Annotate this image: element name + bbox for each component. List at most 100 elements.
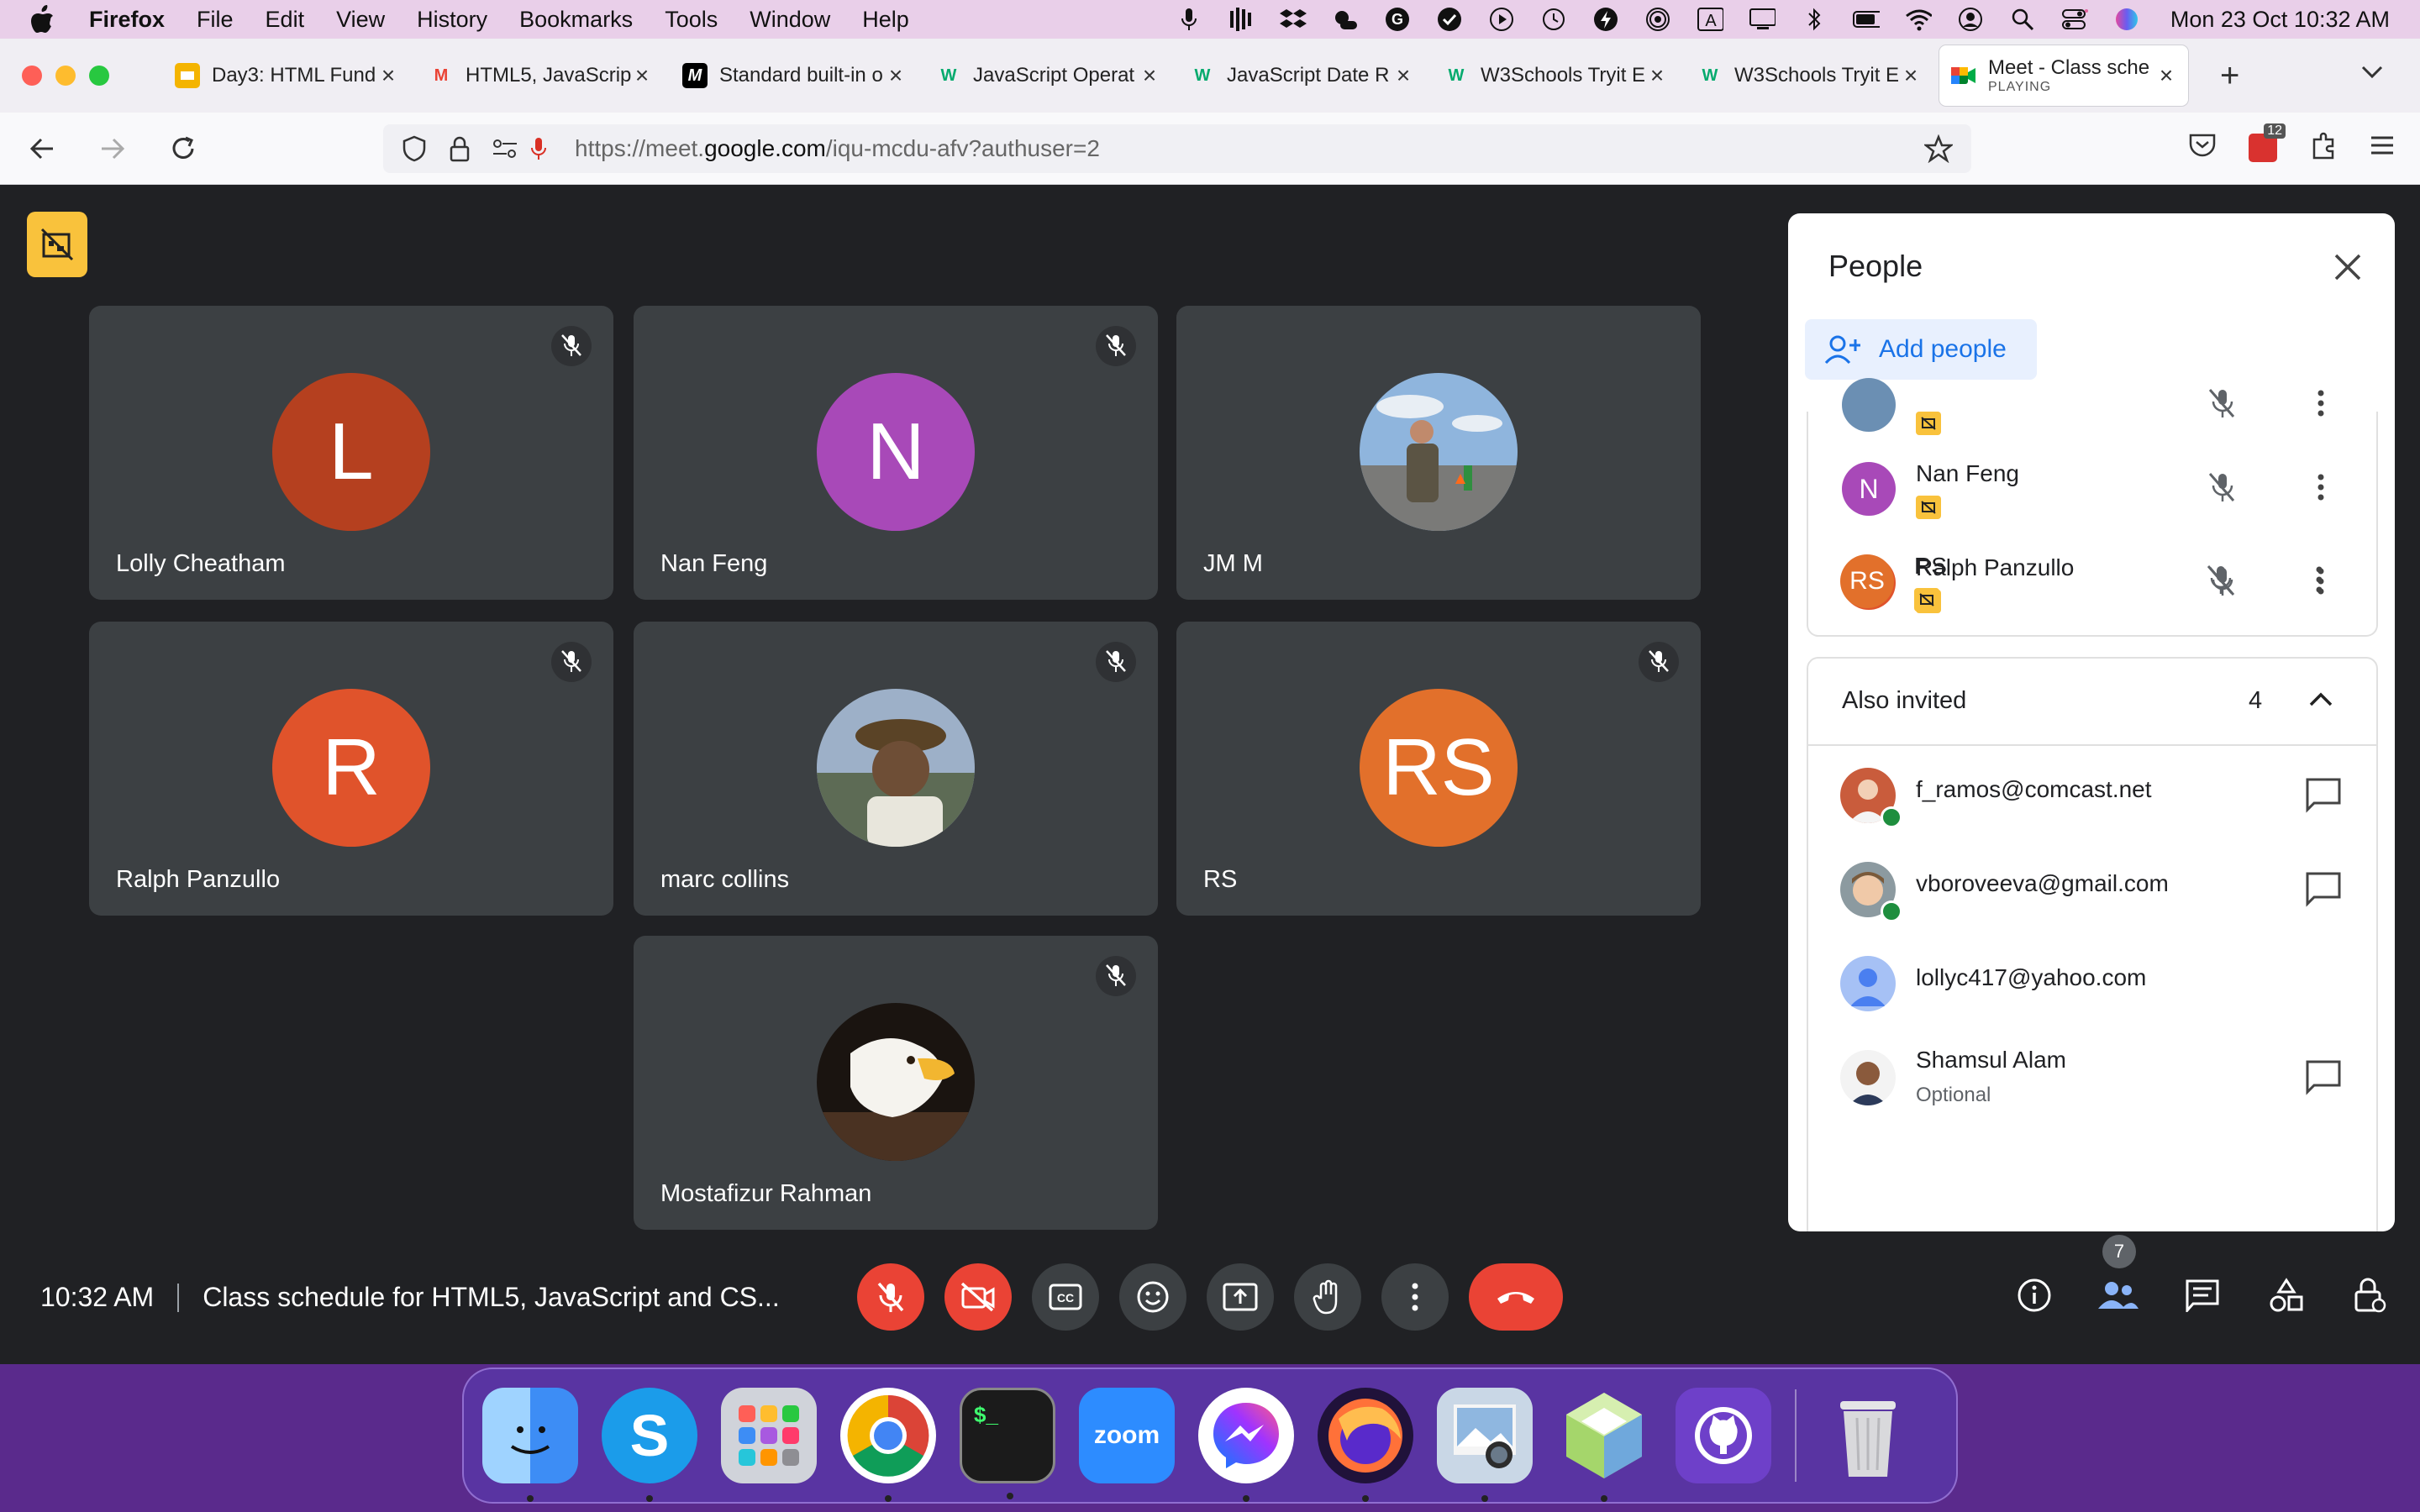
browser-tab[interactable]: M HTML5, JavaScrip × — [417, 45, 664, 106]
message-icon[interactable] — [2304, 1058, 2343, 1095]
activities-button[interactable] — [2264, 1268, 2309, 1322]
chrome-icon[interactable] — [840, 1388, 936, 1502]
reactions-button[interactable] — [1119, 1263, 1186, 1331]
raise-hand-button[interactable] — [1294, 1263, 1361, 1331]
close-tab-icon[interactable]: × — [1901, 62, 1921, 89]
message-icon[interactable] — [2304, 776, 2343, 813]
siri-icon[interactable] — [2113, 6, 2140, 33]
list-all-tabs-chevron-icon[interactable] — [2361, 57, 2383, 86]
close-tab-icon[interactable]: × — [2156, 62, 2176, 89]
zoom-icon[interactable]: zoom — [1079, 1388, 1175, 1483]
captions-button[interactable]: CC — [1032, 1263, 1099, 1331]
close-window-button[interactable] — [22, 66, 42, 86]
close-tab-icon[interactable]: × — [1139, 62, 1160, 89]
input-source-icon[interactable]: A — [1697, 6, 1723, 33]
bluetooth-icon[interactable] — [1801, 6, 1828, 33]
display-icon[interactable] — [1749, 6, 1776, 33]
menu-app-firefox[interactable]: Firefox — [89, 7, 165, 33]
chevron-up-icon[interactable] — [2304, 682, 2341, 719]
menu-window[interactable]: Window — [750, 7, 830, 33]
new-tab-button[interactable]: + — [2220, 57, 2239, 95]
close-panel-icon[interactable] — [2331, 250, 2365, 284]
close-tab-icon[interactable]: × — [1393, 62, 1413, 89]
wifi-icon[interactable] — [1905, 6, 1932, 33]
participant-tile[interactable]: RS RS — [1176, 622, 1701, 916]
browser-tab[interactable]: W W3Schools Tryit E × — [1686, 45, 1933, 106]
checkmark-app-icon[interactable] — [1436, 6, 1463, 33]
menu-tools[interactable]: Tools — [665, 7, 718, 33]
control-center-icon[interactable] — [2061, 6, 2088, 33]
camera-off-badge-icon[interactable] — [27, 212, 87, 277]
list-item[interactable]: RS RS — [1807, 534, 2375, 628]
more-options-button[interactable] — [1381, 1263, 1449, 1331]
tracking-shield-icon[interactable] — [400, 134, 429, 163]
participant-tile[interactable]: L Lolly Cheatham — [89, 306, 613, 600]
meeting-details-button[interactable] — [2012, 1268, 2057, 1322]
message-icon[interactable] — [2304, 870, 2343, 907]
messenger-icon[interactable] — [1198, 1388, 1294, 1502]
bookmark-star-icon[interactable] — [1923, 134, 1954, 167]
grammarly-icon[interactable]: G — [1384, 6, 1411, 33]
more-options-icon[interactable] — [2304, 470, 2341, 507]
close-tab-icon[interactable]: × — [378, 62, 398, 89]
browser-tab[interactable]: M Standard built-in o × — [671, 45, 918, 106]
skype-icon[interactable]: S — [602, 1388, 697, 1502]
lock-icon[interactable] — [445, 134, 474, 163]
back-arrow-icon[interactable] — [25, 132, 59, 165]
microphone-status-icon[interactable] — [1176, 6, 1202, 33]
forward-arrow-icon[interactable] — [96, 132, 129, 165]
list-item[interactable]: Shamsul Alam Optional — [1808, 1028, 2376, 1122]
calendar-extension-icon[interactable]: 12 — [2249, 123, 2286, 162]
browser-tab[interactable]: Day3: HTML Fund × — [163, 45, 410, 106]
apple-icon[interactable] — [30, 5, 59, 34]
participant-tile[interactable]: N Nan Feng — [634, 306, 1158, 600]
chat-button[interactable] — [2180, 1268, 2225, 1322]
participant-tile[interactable]: JM M — [1176, 306, 1701, 600]
finder-icon[interactable] — [482, 1388, 578, 1502]
participant-tile[interactable]: Mostafizur Rahman — [634, 936, 1158, 1230]
list-item[interactable]: lollyc417@yahoo.com — [1808, 934, 2376, 1028]
minimize-window-button[interactable] — [55, 66, 76, 86]
permissions-icon[interactable] — [491, 134, 519, 163]
github-icon[interactable] — [1676, 1388, 1771, 1483]
browser-tab[interactable]: W JavaScript Date R × — [1178, 45, 1425, 106]
browser-tab[interactable]: W W3Schools Tryit E × — [1432, 45, 1679, 106]
battery-icon[interactable] — [1852, 6, 1880, 33]
active-browser-tab[interactable]: Meet - Class sche PLAYING × — [1939, 45, 2188, 106]
people-button[interactable]: 7 — [2096, 1235, 2141, 1322]
microphone-sharing-icon[interactable] — [524, 134, 553, 163]
menu-history[interactable]: History — [417, 7, 487, 33]
weather-icon[interactable] — [1332, 6, 1359, 33]
menubar-clock[interactable]: Mon 23 Oct 10:32 AM — [2170, 7, 2390, 33]
menu-help[interactable]: Help — [862, 7, 909, 33]
more-options-icon[interactable] — [2302, 563, 2339, 600]
close-tab-icon[interactable]: × — [1647, 62, 1667, 89]
extensions-puzzle-icon[interactable] — [2309, 131, 2338, 164]
user-account-icon[interactable] — [1957, 6, 1984, 33]
menu-edit[interactable]: Edit — [266, 7, 305, 33]
firefox-icon[interactable] — [1318, 1388, 1413, 1502]
list-item[interactable]: f_ramos@comcast.net — [1808, 746, 2376, 840]
close-tab-icon[interactable]: × — [886, 62, 906, 89]
muted-mic-icon[interactable] — [2203, 563, 2240, 600]
terminal-icon[interactable]: $_ — [960, 1388, 1055, 1499]
audio-bars-icon[interactable] — [1228, 6, 1255, 33]
leave-call-button[interactable] — [1469, 1263, 1563, 1331]
address-bar[interactable]: https://meet.google.com/iqu-mcdu-afv?aut… — [383, 124, 1971, 173]
host-controls-button[interactable] — [2348, 1268, 2393, 1322]
toggle-microphone-button[interactable] — [857, 1263, 924, 1331]
list-item[interactable] — [1808, 358, 2376, 452]
spotlight-search-icon[interactable] — [2009, 6, 2036, 33]
pocket-icon[interactable] — [2188, 132, 2217, 163]
close-tab-icon[interactable]: × — [632, 62, 652, 89]
menu-file[interactable]: File — [197, 7, 234, 33]
also-invited-header[interactable]: Also invited 4 — [1808, 659, 2376, 746]
participant-tile[interactable]: marc collins — [634, 622, 1158, 916]
time-machine-icon[interactable] — [1540, 6, 1567, 33]
present-screen-button[interactable] — [1207, 1263, 1274, 1331]
menu-bookmarks[interactable]: Bookmarks — [519, 7, 633, 33]
muted-mic-icon[interactable] — [2205, 470, 2242, 507]
menu-view[interactable]: View — [336, 7, 385, 33]
netbeans-icon[interactable] — [1556, 1388, 1652, 1502]
browser-tab[interactable]: W JavaScript Operat × — [924, 45, 1171, 106]
